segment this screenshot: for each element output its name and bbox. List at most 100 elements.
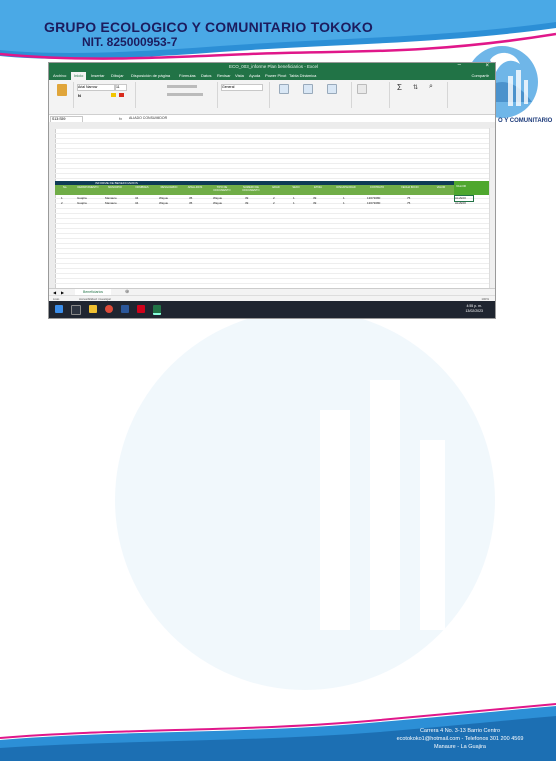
font-group: Arial Narrow 11 N — [75, 82, 136, 108]
search-icon[interactable] — [71, 305, 81, 315]
cell[interactable]: Manaure — [105, 201, 117, 206]
wrap-text-icon[interactable] — [167, 85, 197, 88]
ribbon: Arial Narrow 11 N General Σ ⇅ ⌕ — [49, 80, 495, 115]
selected-cell[interactable] — [454, 195, 474, 202]
file-explorer-icon[interactable] — [89, 305, 97, 313]
cell[interactable]: 39 — [245, 201, 248, 206]
tab-archivo[interactable]: Archivo — [53, 73, 66, 78]
windows-taskbar: 4:55 p. m. 13/02/2023 — [49, 301, 495, 318]
tab-revisar[interactable]: Revisar — [217, 73, 231, 78]
tab-tabla-dinamica[interactable]: Tabla Dinámica — [289, 73, 316, 78]
column-header[interactable]: SEXO — [287, 186, 305, 189]
column-header[interactable]: NUMERO DE DOCUMENTO — [237, 186, 265, 192]
format-as-table-icon[interactable] — [303, 84, 313, 94]
cell[interactable]: 34 — [135, 201, 138, 206]
cell[interactable]: 2 — [273, 201, 275, 206]
excel-icon[interactable] — [153, 305, 161, 315]
organization-name: GRUPO ECOLOGICO Y COMUNITARIO TOKOKO — [44, 19, 373, 35]
footer-address: Carrera 4 No. 3-13 Barrio Centro — [419, 728, 501, 734]
column-header[interactable]: RESGUARDO — [157, 186, 181, 189]
formula-input[interactable]: ALIADO CONSUMIDOR — [129, 116, 167, 120]
column-header[interactable]: TIPO DE DOCUMENTO — [209, 186, 235, 192]
window-title: ECO_003_informe Plan beneficiarios - Exc… — [229, 64, 319, 69]
column-header[interactable]: CONTRATO — [363, 186, 391, 189]
column-header[interactable]: DISCAPACIDAD — [331, 186, 361, 189]
tab-datos[interactable]: Datos — [201, 73, 211, 78]
document-page: O Y COMUNITARIO GRUPO ECOLOGICO Y COMUNI… — [0, 0, 556, 761]
footer-contact: Carrera 4 No. 3-13 Barrio Centro ecotoko… — [380, 727, 540, 751]
clock-date: 13/02/2023 — [465, 309, 483, 313]
minimize-icon[interactable]: – — [458, 63, 461, 68]
cell-styles-icon[interactable] — [327, 84, 337, 94]
tab-insertar[interactable]: Insertar — [91, 73, 105, 78]
cell[interactable]: 1 — [293, 201, 295, 206]
insert-cells-icon[interactable] — [357, 84, 367, 94]
column-header[interactable]: APELLIDOS — [183, 186, 207, 189]
cell[interactable]: Wayuu — [213, 201, 222, 206]
cell-grid[interactable] — [55, 128, 489, 288]
find-select-icon[interactable]: ⌕ — [429, 83, 433, 91]
merge-center-icon[interactable] — [167, 93, 203, 96]
cell[interactable]: 75 — [407, 201, 410, 206]
column-header[interactable]: ETNIA — [307, 186, 329, 189]
sort-filter-icon[interactable]: ⇅ — [413, 84, 418, 91]
cell[interactable]: 35 — [189, 201, 192, 206]
tab-vista[interactable]: Vista — [235, 73, 244, 78]
system-clock[interactable]: 4:55 p. m. 13/02/2023 — [465, 304, 483, 314]
column-header[interactable]: EDAD — [267, 186, 285, 189]
cell[interactable]: 39 — [313, 201, 316, 206]
number-group: General — [219, 82, 270, 108]
pdf-icon[interactable] — [137, 305, 145, 313]
table-row[interactable]: 2 Guajira Manaure 34 Wayuu 35 Wayuu 39 2… — [55, 201, 467, 206]
font-name-select[interactable]: Arial Narrow — [77, 84, 115, 91]
cell[interactable]: 13673680 — [367, 201, 380, 206]
column-header[interactable]: MUNICIPIO — [103, 186, 127, 189]
tab-power-pivot[interactable]: Power Pivot — [265, 73, 286, 78]
cell[interactable]: 1 — [343, 201, 345, 206]
excel-screenshot: ECO_003_informe Plan beneficiarios - Exc… — [48, 62, 496, 319]
clipboard-group — [51, 82, 74, 108]
selected-column-header[interactable]: VALOR — [454, 181, 489, 195]
footer-email-phone: ecotokoko1@hotmail.com - Telefonos 301 2… — [396, 736, 524, 742]
organization-nit: NIT. 825000953-7 — [82, 35, 178, 49]
footer-city: Manaure - La Guajira — [434, 744, 486, 750]
close-icon[interactable]: × — [485, 63, 489, 69]
fx-icon[interactable]: fx — [119, 116, 122, 121]
column-header[interactable]: No. — [57, 186, 73, 189]
selected-column-label: VALOR — [456, 184, 466, 188]
cell[interactable]: 2 — [61, 201, 63, 206]
tab-inicio[interactable]: Inicio — [71, 72, 87, 80]
chrome-icon[interactable] — [105, 305, 113, 313]
share-button[interactable]: Compartir — [471, 73, 489, 78]
vertical-scrollbar[interactable] — [489, 128, 495, 288]
bold-icon[interactable]: N — [78, 93, 81, 98]
column-header[interactable]: FECHA INICIO — [393, 186, 427, 189]
word-icon[interactable] — [121, 305, 129, 313]
font-size-select[interactable]: 11 — [115, 84, 127, 91]
cells-group — [353, 82, 390, 108]
tab-ayuda[interactable]: Ayuda — [249, 73, 260, 78]
cell[interactable]: Wayuu — [159, 201, 168, 206]
column-header[interactable]: DEPARTAMENTO — [75, 186, 101, 189]
autosum-icon[interactable]: Σ — [397, 83, 402, 92]
number-format-select[interactable]: General — [221, 84, 263, 91]
excel-titlebar: ECO_003_informe Plan beneficiarios - Exc… — [49, 63, 495, 72]
conditional-format-icon[interactable] — [279, 84, 289, 94]
fill-color-icon[interactable] — [111, 93, 116, 97]
ribbon-tabs: Archivo Inicio Insertar Dibujar Disposic… — [49, 72, 495, 80]
column-header[interactable]: VALOR — [429, 186, 453, 189]
windows-start-icon[interactable] — [55, 305, 63, 313]
font-color-icon[interactable] — [119, 93, 124, 97]
editing-group: Σ ⇅ ⌕ — [391, 82, 448, 108]
cell[interactable]: Guajira — [77, 201, 87, 206]
table-header-row: No. DEPARTAMENTO MUNICIPIO NOMBRES RESGU… — [55, 185, 467, 195]
column-header[interactable]: NOMBRES — [129, 186, 155, 189]
tab-formulas[interactable]: Fórmulas — [179, 73, 196, 78]
alignment-group — [137, 82, 218, 108]
logo-caption: O Y COMUNITARIO — [498, 118, 553, 124]
tab-disposicion[interactable]: Disposición de página — [131, 73, 170, 78]
tab-dibujar[interactable]: Dibujar — [111, 73, 124, 78]
watermark-logo — [115, 310, 495, 690]
styles-group — [271, 82, 352, 108]
paste-icon[interactable] — [57, 84, 67, 96]
